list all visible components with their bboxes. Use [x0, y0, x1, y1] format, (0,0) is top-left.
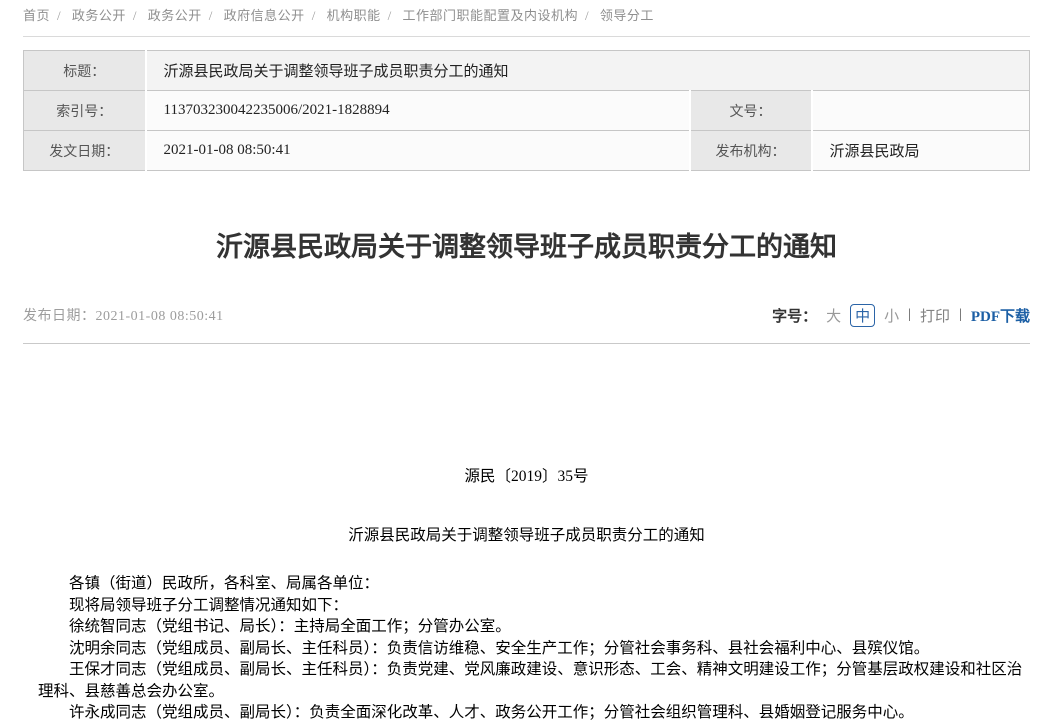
print-button[interactable]: 打印 — [920, 305, 950, 326]
font-size-label: 字号： — [772, 305, 817, 326]
doc-paragraph: 徐统智同志（党组书记、局长）：主持局全面工作；分管办公室。 — [38, 616, 1030, 638]
agency-value-cell: 沂源县民政局 — [812, 131, 1030, 171]
doc-no-value-cell — [812, 91, 1030, 131]
font-small-button[interactable]: 小 — [884, 305, 899, 326]
page-title: 沂源县民政局关于调整领导班子成员职责分工的通知 — [23, 229, 1030, 265]
toolbar-separator: | — [908, 307, 911, 323]
font-size-controls: 字号： 大 中 小 | 打印 | PDF下载 — [772, 304, 1030, 327]
date-value-cell: 2021-01-08 08:50:41 — [146, 131, 690, 171]
doc-no-label-cell: 文号： — [690, 91, 812, 131]
breadcrumb: 首页 / 政务公开 / 政务公开 / 政府信息公开 / 机构职能 / 工作部门职能配置及内… — [23, 0, 1030, 24]
meta-divider — [23, 343, 1030, 344]
breadcrumb-separator: / — [57, 8, 61, 23]
pdf-download-button[interactable]: PDF下载 — [971, 305, 1030, 326]
font-large-button[interactable]: 大 — [826, 305, 841, 326]
doc-inline-title: 沂源县民政局关于调整领导班子成员职责分工的通知 — [23, 525, 1030, 547]
doc-reference-number: 源民〔2019〕35号 — [23, 466, 1030, 488]
article-meta-bar: 发布日期：2021-01-08 08:50:41 字号： 大 中 小 | 打印 … — [23, 303, 1030, 327]
breadcrumb-separator: / — [312, 8, 316, 23]
breadcrumb-divider — [23, 36, 1030, 37]
table-row-title: 标题： 沂源县民政局关于调整领导班子成员职责分工的通知 — [24, 51, 1030, 91]
font-medium-button[interactable]: 中 — [850, 304, 875, 327]
doc-paragraph: 王保才同志（党组成员、副局长、主任科员）：负责党建、党风廉政建设、意识形态、工会… — [38, 659, 1030, 702]
doc-paragraph: 许永成同志（党组成员、副局长）：负责全面深化改革、人才、政务公开工作；分管社会组… — [38, 702, 1030, 723]
breadcrumb-separator: / — [133, 8, 137, 23]
breadcrumb-item[interactable]: 政务公开 — [148, 8, 202, 23]
agency-label-cell: 发布机构： — [690, 131, 812, 171]
breadcrumb-item[interactable]: 政府信息公开 — [224, 8, 305, 23]
title-label-cell: 标题： — [24, 51, 146, 91]
page-container: 首页 / 政务公开 / 政务公开 / 政府信息公开 / 机构职能 / 工作部门职能配置及内… — [0, 0, 1053, 723]
document-content: 源民〔2019〕35号 沂源县民政局关于调整领导班子成员职责分工的通知 各镇（街… — [23, 466, 1030, 723]
breadcrumb-separator: / — [388, 8, 392, 23]
doc-body: 各镇（街道）民政所，各科室、局属各单位： 现将局领导班子分工调整情况通知如下： … — [23, 573, 1030, 723]
breadcrumb-separator: / — [585, 8, 589, 23]
document-info-table: 标题： 沂源县民政局关于调整领导班子成员职责分工的通知 索引号： 1137032… — [23, 50, 1030, 171]
title-value-cell: 沂源县民政局关于调整领导班子成员职责分工的通知 — [146, 51, 1030, 91]
breadcrumb-item[interactable]: 首页 — [23, 8, 50, 23]
toolbar-separator: | — [959, 307, 962, 323]
breadcrumb-item[interactable]: 领导分工 — [600, 8, 654, 23]
doc-paragraph: 沈明余同志（党组成员、副局长、主任科员）：负责信访维稳、安全生产工作；分管社会事… — [38, 638, 1030, 660]
breadcrumb-separator: / — [209, 8, 213, 23]
publish-date: 发布日期：2021-01-08 08:50:41 — [23, 305, 224, 325]
doc-paragraph: 各镇（街道）民政所，各科室、局属各单位： — [38, 573, 1030, 595]
index-label-cell: 索引号： — [24, 91, 146, 131]
breadcrumb-item[interactable]: 机构职能 — [327, 8, 381, 23]
index-value-cell: 113703230042235006/2021-1828894 — [146, 91, 690, 131]
doc-paragraph: 现将局领导班子分工调整情况通知如下： — [38, 595, 1030, 617]
table-row-date: 发文日期： 2021-01-08 08:50:41 发布机构： 沂源县民政局 — [24, 131, 1030, 171]
breadcrumb-item[interactable]: 工作部门职能配置及内设机构 — [402, 8, 578, 23]
date-label-cell: 发文日期： — [24, 131, 146, 171]
table-row-index: 索引号： 113703230042235006/2021-1828894 文号： — [24, 91, 1030, 131]
breadcrumb-item[interactable]: 政务公开 — [72, 8, 126, 23]
